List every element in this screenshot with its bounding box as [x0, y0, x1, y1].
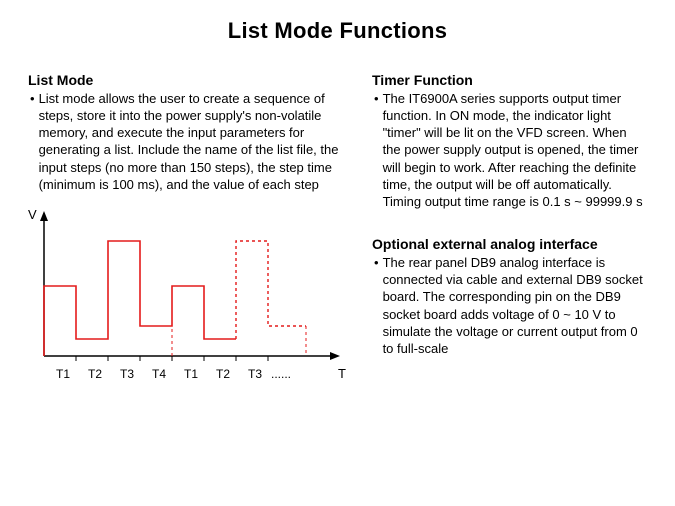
- column-right: Timer Function • The IT6900A series supp…: [372, 72, 647, 381]
- tick-t3b: T3: [239, 367, 271, 381]
- y-axis-label: V: [28, 207, 37, 222]
- heading-timer: Timer Function: [372, 72, 647, 88]
- bullet-listmode: • List mode allows the user to create a …: [30, 90, 346, 193]
- body-timer: The IT6900A series supports output timer…: [383, 90, 647, 210]
- tick-t1a: T1: [47, 367, 79, 381]
- section-timer: Timer Function • The IT6900A series supp…: [372, 72, 647, 210]
- bullet-dot-icon: •: [374, 90, 379, 210]
- bullet-timer: • The IT6900A series supports output tim…: [374, 90, 647, 210]
- section-listmode: List Mode • List mode allows the user to…: [28, 72, 346, 193]
- tick-ellipsis: ......: [271, 367, 311, 381]
- tick-t1b: T1: [175, 367, 207, 381]
- tick-t3a: T3: [111, 367, 143, 381]
- body-analog: The rear panel DB9 analog interface is c…: [383, 254, 647, 357]
- tick-t2a: T2: [79, 367, 111, 381]
- x-tick-labels: T1 T2 T3 T4 T1 T2 T3 ......: [47, 367, 326, 381]
- bullet-dot-icon: •: [30, 90, 35, 193]
- section-analog: Optional external analog interface • The…: [372, 236, 647, 357]
- column-left: List Mode • List mode allows the user to…: [28, 72, 346, 381]
- body-listmode: List mode allows the user to create a se…: [39, 90, 346, 193]
- waveform-svg: [28, 211, 346, 381]
- bullet-dot-icon: •: [374, 254, 379, 357]
- heading-listmode: List Mode: [28, 72, 346, 88]
- tick-t4: T4: [143, 367, 175, 381]
- content-columns: List Mode • List mode allows the user to…: [28, 72, 647, 381]
- waveform-chart: V T: [28, 211, 346, 381]
- bullet-analog: • The rear panel DB9 analog interface is…: [374, 254, 647, 357]
- x-axis-label: T: [338, 366, 346, 381]
- tick-t2b: T2: [207, 367, 239, 381]
- heading-analog: Optional external analog interface: [372, 236, 647, 252]
- page-title: List Mode Functions: [28, 18, 647, 44]
